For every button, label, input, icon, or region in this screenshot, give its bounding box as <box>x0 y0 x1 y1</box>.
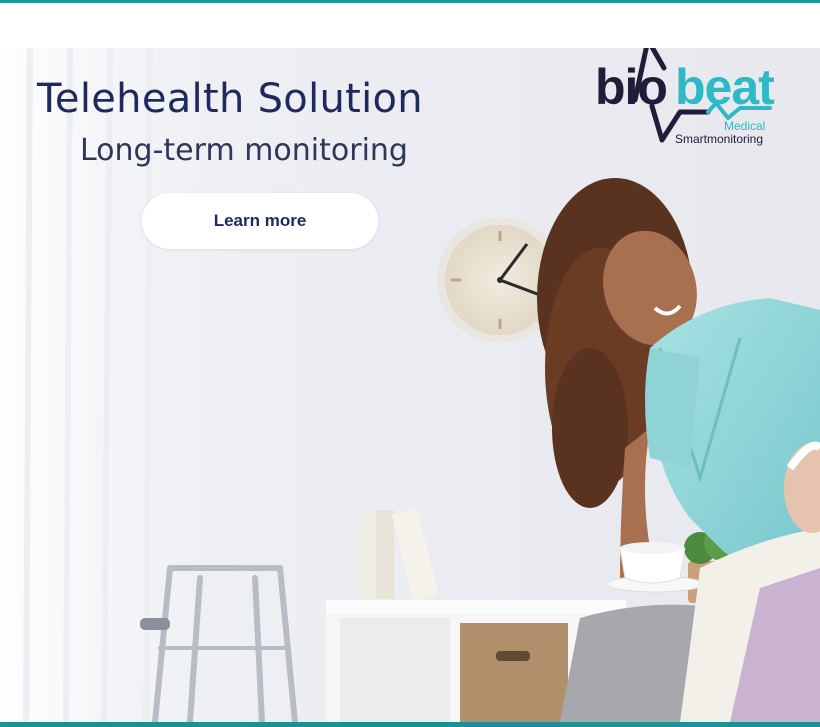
logo-tagline: Smartmonitoring <box>675 132 764 146</box>
bottom-border <box>0 722 820 727</box>
top-border <box>0 0 820 3</box>
nurse <box>537 178 820 588</box>
logo-word-bio: bio <box>595 59 668 115</box>
hero-banner[interactable]: Telehealth Solution Long-term monitoring… <box>0 48 820 722</box>
biobeat-logo[interactable]: bio beat Medical Smartmonitoring <box>590 48 780 148</box>
logo-word-beat: beat <box>675 59 775 115</box>
headline: Telehealth Solution <box>37 76 423 122</box>
learn-more-button[interactable]: Learn more <box>142 193 378 249</box>
subheadline: Long-term monitoring <box>80 133 408 168</box>
logo-medical-label: Medical <box>724 119 766 133</box>
